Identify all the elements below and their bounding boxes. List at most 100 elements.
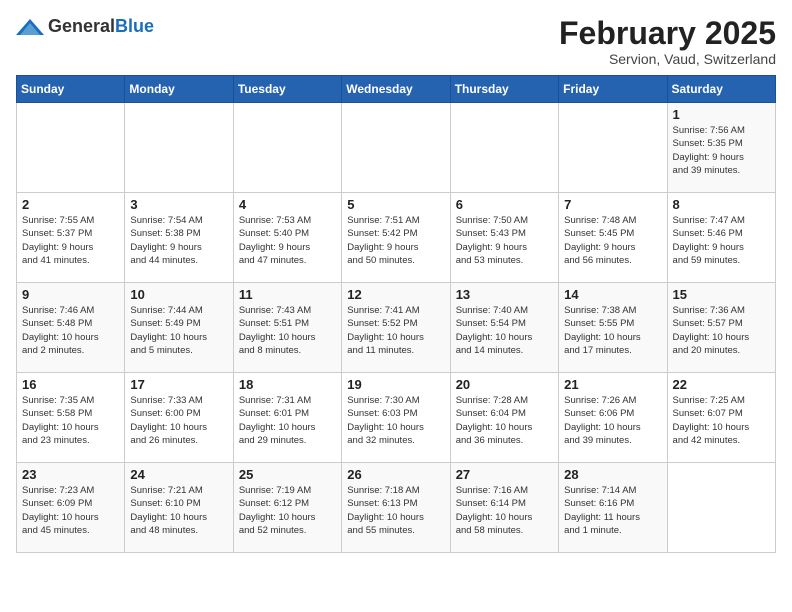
day-number: 1 xyxy=(673,107,770,122)
calendar-cell: 9 Sunrise: 7:46 AM Sunset: 5:48 PM Daylig… xyxy=(17,283,125,373)
weekday-header: Friday xyxy=(559,76,667,103)
calendar-cell: 3Sunrise: 7:54 AM Sunset: 5:38 PM Daylig… xyxy=(125,193,233,283)
day-number: 21 xyxy=(564,377,661,392)
day-number: 7 xyxy=(564,197,661,212)
day-info: Sunrise: 7:30 AM Sunset: 6:03 PM Dayligh… xyxy=(347,394,444,447)
calendar-cell: 14Sunrise: 7:38 AM Sunset: 5:55 PM Dayli… xyxy=(559,283,667,373)
day-info: Sunrise: 7:55 AM Sunset: 5:37 PM Dayligh… xyxy=(22,214,119,267)
day-number: 26 xyxy=(347,467,444,482)
page-header: GeneralBlue February 2025 Servion, Vaud,… xyxy=(16,16,776,67)
calendar-week-row: 9 Sunrise: 7:46 AM Sunset: 5:48 PM Daylig… xyxy=(17,283,776,373)
calendar-cell: 25 Sunrise: 7:19 AM Sunset: 6:12 PM Dayli… xyxy=(233,463,341,553)
day-info: Sunrise: 7:40 AM Sunset: 5:54 PM Dayligh… xyxy=(456,304,553,357)
day-number: 14 xyxy=(564,287,661,302)
calendar-cell: 24 Sunrise: 7:21 AM Sunset: 6:10 PM Dayli… xyxy=(125,463,233,553)
day-number: 4 xyxy=(239,197,336,212)
day-info: Sunrise: 7:21 AM Sunset: 6:10 PM Dayligh… xyxy=(130,484,227,537)
calendar-cell: 17 Sunrise: 7:33 AM Sunset: 6:00 PM Dayli… xyxy=(125,373,233,463)
day-number: 13 xyxy=(456,287,553,302)
calendar-cell: 18 Sunrise: 7:31 AM Sunset: 6:01 PM Dayli… xyxy=(233,373,341,463)
calendar-cell: 11Sunrise: 7:43 AM Sunset: 5:51 PM Dayli… xyxy=(233,283,341,373)
day-number: 17 xyxy=(130,377,227,392)
calendar-week-row: 23 Sunrise: 7:23 AM Sunset: 6:09 PM Dayli… xyxy=(17,463,776,553)
day-info: Sunrise: 7:16 AM Sunset: 6:14 PM Dayligh… xyxy=(456,484,553,537)
weekday-header: Saturday xyxy=(667,76,775,103)
calendar-cell: 8Sunrise: 7:47 AM Sunset: 5:46 PM Daylig… xyxy=(667,193,775,283)
calendar-cell: 10 Sunrise: 7:44 AM Sunset: 5:49 PM Dayli… xyxy=(125,283,233,373)
day-number: 10 xyxy=(130,287,227,302)
day-info: Sunrise: 7:19 AM Sunset: 6:12 PM Dayligh… xyxy=(239,484,336,537)
day-info: Sunrise: 7:46 AM Sunset: 5:48 PM Dayligh… xyxy=(22,304,119,357)
calendar-cell: 21Sunrise: 7:26 AM Sunset: 6:06 PM Dayli… xyxy=(559,373,667,463)
day-number: 15 xyxy=(673,287,770,302)
day-number: 5 xyxy=(347,197,444,212)
calendar-cell xyxy=(559,103,667,193)
day-number: 28 xyxy=(564,467,661,482)
calendar-week-row: 2Sunrise: 7:55 AM Sunset: 5:37 PM Daylig… xyxy=(17,193,776,283)
day-info: Sunrise: 7:53 AM Sunset: 5:40 PM Dayligh… xyxy=(239,214,336,267)
day-number: 18 xyxy=(239,377,336,392)
calendar-cell: 28 Sunrise: 7:14 AM Sunset: 6:16 PM Dayli… xyxy=(559,463,667,553)
day-info: Sunrise: 7:50 AM Sunset: 5:43 PM Dayligh… xyxy=(456,214,553,267)
day-number: 22 xyxy=(673,377,770,392)
location-title: Servion, Vaud, Switzerland xyxy=(559,51,776,67)
logo-text-general: General xyxy=(48,16,115,36)
calendar-cell: 6 Sunrise: 7:50 AM Sunset: 5:43 PM Daylig… xyxy=(450,193,558,283)
day-number: 9 xyxy=(22,287,119,302)
weekday-header: Wednesday xyxy=(342,76,450,103)
logo-icon xyxy=(16,17,44,37)
weekday-header: Monday xyxy=(125,76,233,103)
day-info: Sunrise: 7:48 AM Sunset: 5:45 PM Dayligh… xyxy=(564,214,661,267)
month-title: February 2025 xyxy=(559,16,776,51)
day-number: 12 xyxy=(347,287,444,302)
calendar-cell: 16 Sunrise: 7:35 AM Sunset: 5:58 PM Dayli… xyxy=(17,373,125,463)
calendar-cell xyxy=(17,103,125,193)
day-info: Sunrise: 7:54 AM Sunset: 5:38 PM Dayligh… xyxy=(130,214,227,267)
day-info: Sunrise: 7:25 AM Sunset: 6:07 PM Dayligh… xyxy=(673,394,770,447)
day-info: Sunrise: 7:43 AM Sunset: 5:51 PM Dayligh… xyxy=(239,304,336,357)
day-info: Sunrise: 7:44 AM Sunset: 5:49 PM Dayligh… xyxy=(130,304,227,357)
day-number: 16 xyxy=(22,377,119,392)
calendar-cell xyxy=(667,463,775,553)
day-info: Sunrise: 7:51 AM Sunset: 5:42 PM Dayligh… xyxy=(347,214,444,267)
day-info: Sunrise: 7:28 AM Sunset: 6:04 PM Dayligh… xyxy=(456,394,553,447)
calendar-cell: 5 Sunrise: 7:51 AM Sunset: 5:42 PM Daylig… xyxy=(342,193,450,283)
calendar-cell xyxy=(125,103,233,193)
day-info: Sunrise: 7:36 AM Sunset: 5:57 PM Dayligh… xyxy=(673,304,770,357)
calendar-cell: 13 Sunrise: 7:40 AM Sunset: 5:54 PM Dayli… xyxy=(450,283,558,373)
calendar-cell: 26 Sunrise: 7:18 AM Sunset: 6:13 PM Dayli… xyxy=(342,463,450,553)
calendar-cell: 27 Sunrise: 7:16 AM Sunset: 6:14 PM Dayli… xyxy=(450,463,558,553)
day-number: 20 xyxy=(456,377,553,392)
calendar-cell: 20 Sunrise: 7:28 AM Sunset: 6:04 PM Dayli… xyxy=(450,373,558,463)
day-info: Sunrise: 7:56 AM Sunset: 5:35 PM Dayligh… xyxy=(673,124,770,177)
calendar-cell xyxy=(450,103,558,193)
calendar-cell: 4 Sunrise: 7:53 AM Sunset: 5:40 PM Daylig… xyxy=(233,193,341,283)
day-info: Sunrise: 7:18 AM Sunset: 6:13 PM Dayligh… xyxy=(347,484,444,537)
day-number: 27 xyxy=(456,467,553,482)
day-number: 6 xyxy=(456,197,553,212)
logo-text-blue: Blue xyxy=(115,16,154,36)
calendar-week-row: 1 Sunrise: 7:56 AM Sunset: 5:35 PM Daylig… xyxy=(17,103,776,193)
weekday-header-row: SundayMondayTuesdayWednesdayThursdayFrid… xyxy=(17,76,776,103)
calendar-cell: 2Sunrise: 7:55 AM Sunset: 5:37 PM Daylig… xyxy=(17,193,125,283)
day-info: Sunrise: 7:47 AM Sunset: 5:46 PM Dayligh… xyxy=(673,214,770,267)
day-info: Sunrise: 7:35 AM Sunset: 5:58 PM Dayligh… xyxy=(22,394,119,447)
weekday-header: Tuesday xyxy=(233,76,341,103)
calendar-cell: 12Sunrise: 7:41 AM Sunset: 5:52 PM Dayli… xyxy=(342,283,450,373)
day-number: 24 xyxy=(130,467,227,482)
calendar-week-row: 16 Sunrise: 7:35 AM Sunset: 5:58 PM Dayli… xyxy=(17,373,776,463)
day-info: Sunrise: 7:14 AM Sunset: 6:16 PM Dayligh… xyxy=(564,484,661,537)
weekday-header: Sunday xyxy=(17,76,125,103)
calendar-cell: 1 Sunrise: 7:56 AM Sunset: 5:35 PM Daylig… xyxy=(667,103,775,193)
day-info: Sunrise: 7:33 AM Sunset: 6:00 PM Dayligh… xyxy=(130,394,227,447)
calendar-cell: 19 Sunrise: 7:30 AM Sunset: 6:03 PM Dayli… xyxy=(342,373,450,463)
day-info: Sunrise: 7:31 AM Sunset: 6:01 PM Dayligh… xyxy=(239,394,336,447)
calendar-cell: 22 Sunrise: 7:25 AM Sunset: 6:07 PM Dayli… xyxy=(667,373,775,463)
calendar-cell xyxy=(233,103,341,193)
day-number: 19 xyxy=(347,377,444,392)
day-info: Sunrise: 7:23 AM Sunset: 6:09 PM Dayligh… xyxy=(22,484,119,537)
logo: GeneralBlue xyxy=(16,16,154,37)
title-area: February 2025 Servion, Vaud, Switzerland xyxy=(559,16,776,67)
day-number: 23 xyxy=(22,467,119,482)
day-number: 25 xyxy=(239,467,336,482)
